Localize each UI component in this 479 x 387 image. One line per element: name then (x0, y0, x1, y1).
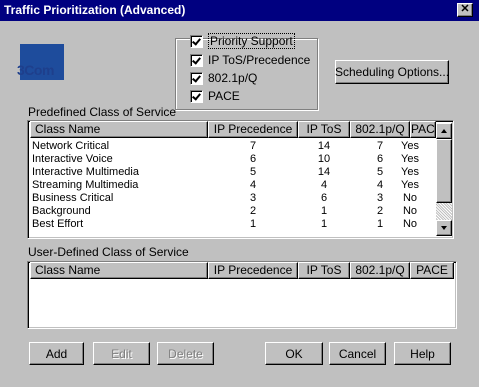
cancel-button[interactable]: Cancel (329, 342, 386, 365)
ip-tos-precedence-checkbox[interactable]: IP ToS/Precedence (190, 52, 310, 68)
column-header-class-name[interactable]: Class Name (30, 121, 208, 138)
cell-ip-tos: 1 (320, 205, 328, 217)
arrow-down-icon (441, 226, 447, 230)
cell-class-name: Background (32, 205, 91, 217)
pace-checkbox[interactable]: PACE (190, 88, 240, 104)
cell-pace: Yes (401, 166, 419, 178)
table-row[interactable]: Interactive Voice 6 10 6 Yes (28, 153, 436, 166)
cell-pace: Yes (401, 140, 419, 152)
cell-class-name: Best Effort (32, 218, 84, 230)
column-header-pace[interactable]: PACE (410, 262, 454, 279)
column-header-pace[interactable]: PACE (410, 121, 436, 138)
cell-class-name: Business Critical (32, 192, 114, 204)
predefined-cos-list[interactable]: Class Name IP Precedence IP ToS 802.1p/Q… (27, 120, 454, 239)
checkbox-check-icon[interactable] (190, 34, 203, 48)
8021pq-checkbox[interactable]: 802.1p/Q (190, 70, 257, 86)
scheduling-options-button[interactable]: Scheduling Options... (335, 60, 449, 84)
cell-ip-tos: 6 (320, 192, 328, 204)
title-bar[interactable]: Traffic Prioritization (Advanced) ✕ (0, 0, 479, 21)
edit-button[interactable]: Edit (93, 342, 150, 365)
help-button[interactable]: Help (394, 342, 451, 365)
cell-ip-tos: 1 (320, 218, 328, 230)
scroll-down-button[interactable] (436, 220, 452, 236)
cell-pace: Yes (401, 179, 419, 191)
column-header-ip-tos[interactable]: IP ToS (298, 121, 350, 138)
table-row[interactable]: Network Critical 7 14 7 Yes (28, 140, 436, 153)
cell-pace: Yes (401, 153, 419, 165)
table-row[interactable]: Background 2 1 2 No (28, 205, 436, 218)
cell-class-name: Interactive Multimedia (32, 166, 139, 178)
cell-pace: No (402, 192, 418, 204)
close-icon[interactable]: ✕ (457, 3, 473, 17)
pace-label: PACE (208, 89, 240, 103)
8021pq-label: 802.1p/Q (208, 71, 258, 85)
cell-ip-precedence: 6 (249, 153, 257, 165)
cell-ip-precedence: 1 (249, 218, 257, 230)
column-header-class-name[interactable]: Class Name (30, 262, 208, 279)
cell-ip-precedence: 7 (249, 140, 257, 152)
ip-tos-precedence-label: IP ToS/Precedence (208, 53, 311, 67)
ok-button[interactable]: OK (265, 342, 323, 365)
user-defined-cos-label: User-Defined Class of Service (28, 245, 189, 259)
cell-ip-precedence: 2 (249, 205, 257, 217)
column-header-ip-precedence[interactable]: IP Precedence (208, 121, 298, 138)
user-defined-cos-list[interactable]: Class Name IP Precedence IP ToS 802.1p/Q… (27, 261, 457, 329)
scroll-up-button[interactable] (436, 123, 452, 139)
predefined-vertical-scrollbar[interactable] (436, 123, 452, 236)
table-row[interactable]: Best Effort 1 1 1 No (28, 218, 436, 231)
cell-ip-tos: 14 (317, 166, 331, 178)
cell-class-name: Interactive Voice (32, 153, 113, 165)
predefined-cos-label: Predefined Class of Service (28, 105, 177, 119)
cell-pace: No (402, 205, 418, 217)
column-header-ip-tos[interactable]: IP ToS (298, 262, 350, 279)
scroll-thumb[interactable] (436, 139, 452, 203)
checkbox-check-icon[interactable] (190, 89, 203, 103)
cell-class-name: Network Critical (32, 140, 110, 152)
column-header-8021pq[interactable]: 802.1p/Q (350, 262, 410, 279)
table-row[interactable]: Streaming Multimedia 4 4 4 Yes (28, 179, 436, 192)
column-header-ip-precedence[interactable]: IP Precedence (208, 262, 298, 279)
window-title: Traffic Prioritization (Advanced) (4, 3, 186, 17)
cell-ip-tos: 14 (317, 140, 331, 152)
priority-support-checkbox[interactable]: Priority Support (190, 33, 295, 49)
cell-ip-precedence: 5 (249, 166, 257, 178)
cell-pace: No (402, 218, 418, 230)
cell-class-name: Streaming Multimedia (32, 179, 139, 191)
delete-button[interactable]: Delete (157, 342, 214, 365)
arrow-up-icon (441, 129, 447, 133)
cell-ip-tos: 4 (320, 179, 328, 191)
logo-text: 3Com (17, 62, 54, 78)
column-header-8021pq[interactable]: 802.1p/Q (350, 121, 410, 138)
priority-support-label: Priority Support (208, 33, 295, 49)
table-row[interactable]: Business Critical 3 6 3 No (28, 192, 436, 205)
cell-ip-precedence: 3 (249, 192, 257, 204)
table-row[interactable]: Interactive Multimedia 5 14 5 Yes (28, 166, 436, 179)
cell-ip-tos: 10 (317, 153, 331, 165)
checkbox-check-icon[interactable] (190, 71, 203, 85)
checkbox-check-icon[interactable] (190, 53, 203, 67)
cell-ip-precedence: 4 (249, 179, 257, 191)
add-button[interactable]: Add (29, 342, 84, 365)
